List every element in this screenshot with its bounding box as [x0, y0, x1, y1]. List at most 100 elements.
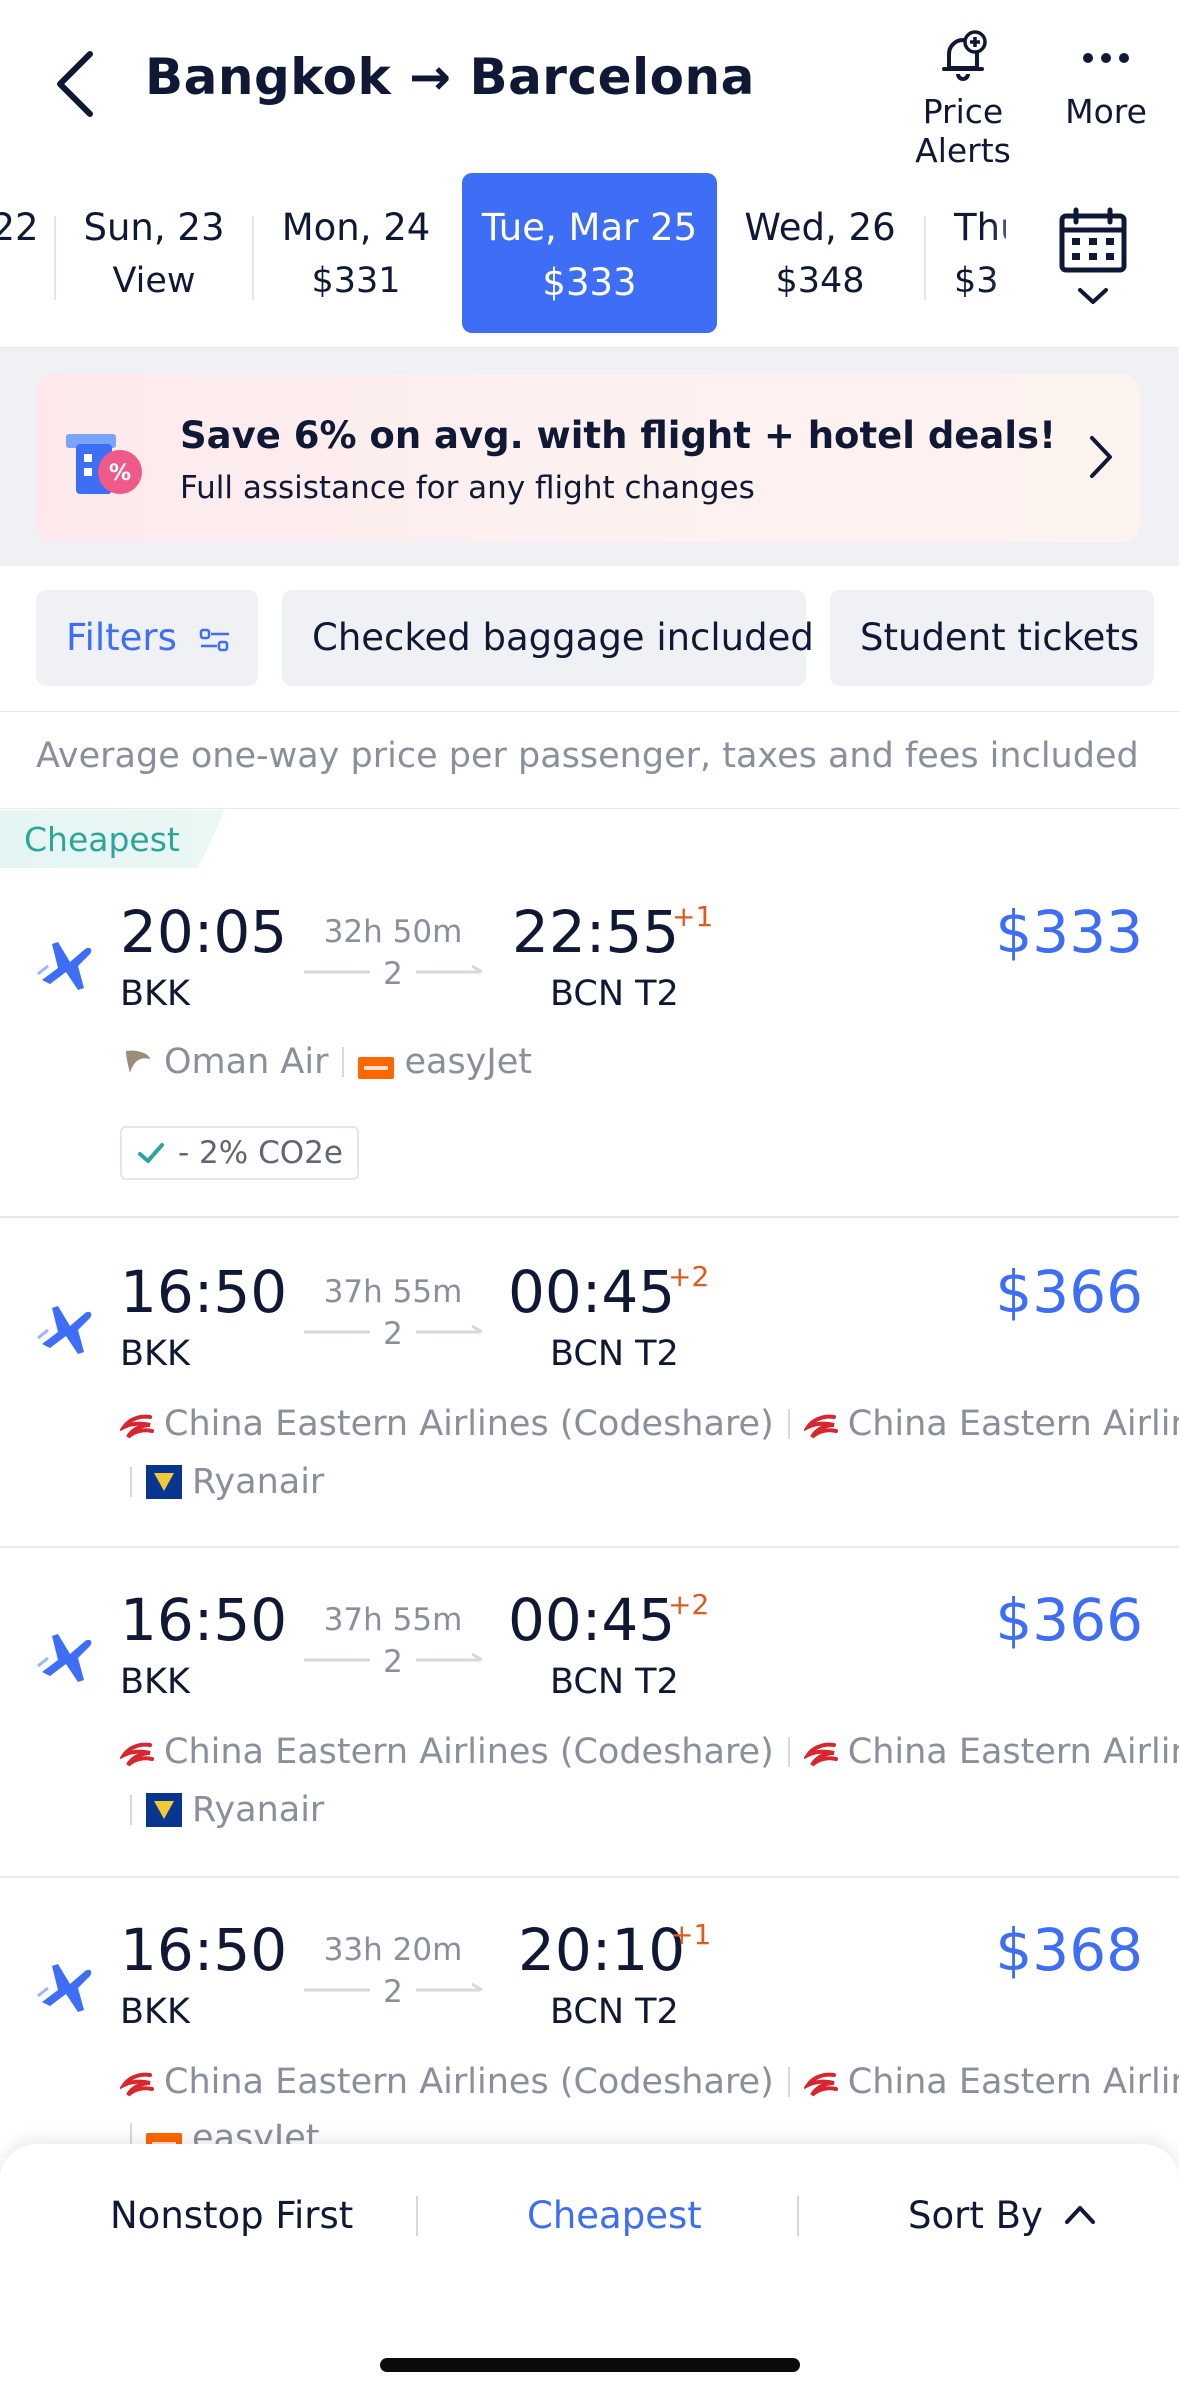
airline-list-row2: Ryanair: [130, 1790, 324, 1830]
flight-card[interactable]: 16:50 BKK 37h 55m 2 00:45 +2 BCN T2 $366…: [0, 1218, 1179, 1548]
easyjet-logo-icon: [358, 1057, 395, 1079]
departure-time: 16:50: [120, 1586, 288, 1654]
departure-airport: BKK: [120, 974, 190, 1014]
airline-name: China Eastern Airlines: [847, 2062, 1179, 2102]
nonstop-first-button[interactable]: Nonstop First: [110, 2194, 353, 2237]
airline-name: China Eastern Airlines (Codeshare): [164, 1732, 774, 1772]
cheapest-sort-button[interactable]: Cheapest: [527, 2194, 702, 2237]
home-indicator: [380, 2358, 800, 2372]
airline-name: easyJet: [404, 1042, 532, 1082]
airline-divider: [342, 1047, 345, 1077]
date-price: View: [112, 261, 196, 301]
day-offset: +2: [668, 1588, 710, 1621]
airline-list: China Eastern Airlines (Codeshare) China…: [120, 1732, 1179, 1772]
price-note: Average one-way price per passenger, tax…: [36, 736, 1139, 776]
day-offset: +1: [670, 1918, 712, 1951]
date-cell-sun-23[interactable]: Sun, 23 View: [56, 170, 252, 330]
date-cell-tue-mar-25-selected[interactable]: Tue, Mar 25 $333: [462, 173, 717, 333]
promo-banner[interactable]: % Save 6% on avg. with flight + hotel de…: [36, 374, 1140, 542]
flight-duration: 32h 50m: [323, 914, 463, 950]
date-price: $333: [542, 261, 637, 304]
bottom-divider: [416, 2196, 418, 2236]
filters-label: Filters: [66, 616, 177, 659]
airline-name: China Eastern Airlines (Codeshare): [164, 2062, 774, 2102]
airline-divider: [130, 1467, 132, 1497]
arrival-airport: BCN T2: [550, 1992, 679, 2032]
arrival-airport: BCN T2: [550, 1334, 679, 1374]
co2-badge: - 2% CO2e: [120, 1126, 359, 1180]
more-button[interactable]: More: [1064, 28, 1148, 131]
departure-airport: BKK: [120, 1992, 190, 2032]
flight-card[interactable]: 16:50 BKK 37h 55m 2 00:45 +2 BCN T2 $366…: [0, 1548, 1179, 1878]
airline-name: China Eastern Airlines (Codeshare): [164, 1404, 774, 1444]
hotel-deal-icon: %: [66, 434, 142, 494]
bottom-divider: [797, 2196, 799, 2236]
ryanair-logo-icon: [146, 1465, 182, 1499]
cheapest-tag-label: Cheapest: [24, 820, 180, 859]
more-label: More: [1065, 92, 1147, 131]
day-offset: +1: [672, 900, 714, 933]
arrival-airport: BCN T2: [550, 974, 679, 1014]
back-arrow-icon[interactable]: [48, 44, 108, 124]
flight-price: $368: [995, 1916, 1143, 1984]
header: Bangkok → Barcelona Price Alerts More: [0, 0, 1179, 170]
date-cell-mon-24[interactable]: Mon, 24 $331: [254, 170, 458, 330]
promo-section: % Save 6% on avg. with flight + hotel de…: [0, 348, 1179, 566]
plane-icon: [37, 942, 92, 990]
date-label: Sun, 23: [83, 206, 225, 249]
airline-list: Oman Air easyJet: [120, 1042, 532, 1082]
divider: [0, 808, 1179, 809]
stops-count: 2: [383, 956, 403, 992]
price-alerts-button[interactable]: Price Alerts: [878, 28, 1048, 170]
china-eastern-logo-icon: [803, 2072, 838, 2097]
more-dots-icon: [1083, 53, 1129, 63]
price-alerts-label: Price Alerts: [915, 92, 1011, 170]
checked-baggage-chip[interactable]: Checked baggage included: [282, 590, 814, 686]
flight-duration: 37h 55m: [323, 1602, 463, 1638]
ryanair-logo-icon: [146, 1793, 182, 1827]
calendar-icon[interactable]: [1058, 206, 1128, 316]
bell-plus-icon: [942, 30, 987, 81]
promo-title: Save 6% on avg. with flight + hotel deal…: [180, 414, 1056, 457]
flight-card[interactable]: 20:05 BKK 32h 50m 2 22:55 +1 BCN T2 $333…: [0, 868, 1179, 1218]
day-offset: +2: [668, 1260, 710, 1293]
sort-by-button[interactable]: Sort By: [908, 2194, 1097, 2237]
airline-name: China Eastern Airlines: [847, 1732, 1179, 1772]
arrival-time: 00:45: [508, 1586, 676, 1654]
plane-icon: [37, 1964, 92, 2012]
china-eastern-logo-icon: [120, 1414, 154, 1439]
date-label: Tue, Mar 25: [481, 206, 698, 249]
airline-list-row2: Ryanair: [130, 1462, 324, 1502]
plane-icon: [37, 1306, 92, 1354]
arrival-time: 22:55: [512, 898, 680, 966]
airline-list: China Eastern Airlines (Codeshare) China…: [120, 2062, 1179, 2102]
arrival-time: 20:10: [518, 1916, 686, 1984]
chevron-right-icon: [1090, 436, 1112, 478]
cheapest-tag: Cheapest: [0, 810, 225, 868]
filter-chips: Filters Checked baggage included Student…: [0, 566, 1179, 712]
svg-text:%: %: [109, 461, 131, 486]
stops-count: 2: [383, 1644, 403, 1680]
check-icon: [138, 1143, 164, 1163]
airline-name: Ryanair: [192, 1462, 325, 1502]
china-eastern-logo-icon: [803, 1414, 838, 1439]
airline-divider: [787, 1737, 790, 1767]
date-price: $331: [311, 261, 401, 301]
date-label: Wed, 26: [744, 206, 896, 249]
student-tickets-chip[interactable]: Student tickets: [830, 590, 1154, 686]
date-fade: [990, 170, 1050, 340]
date-cell-wed-26[interactable]: Wed, 26 $348: [720, 170, 920, 330]
filters-button[interactable]: Filters: [36, 590, 258, 686]
departure-airport: BKK: [120, 1334, 190, 1374]
departure-time: 16:50: [120, 1916, 288, 1984]
date-divider: [924, 216, 926, 300]
sort-by-label: Sort By: [908, 2194, 1043, 2237]
plane-icon: [37, 1634, 92, 1682]
date-cell-22[interactable]: 22: [0, 170, 40, 330]
flight-duration: 37h 55m: [323, 1274, 463, 1310]
arrival-time: 00:45: [508, 1258, 676, 1326]
date-label: Mon, 24: [281, 206, 431, 249]
co2-label: - 2% CO2e: [178, 1135, 343, 1171]
flight-price: $333: [995, 898, 1143, 966]
chevron-up-icon: [1064, 2206, 1095, 2224]
